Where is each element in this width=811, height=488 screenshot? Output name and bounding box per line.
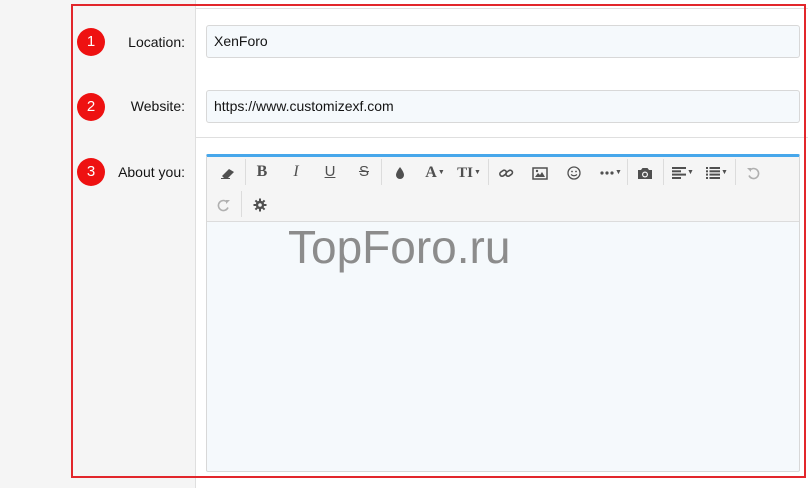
divider bbox=[195, 8, 808, 9]
toolbar-separator bbox=[735, 159, 736, 185]
step-badge-3: 3 bbox=[77, 158, 105, 186]
font-family-glyph: A bbox=[425, 164, 437, 181]
editor-toolbar: B I U S A▼ TI▼ ▼ ▼ ▼ bbox=[207, 157, 799, 222]
about-label: About you: bbox=[118, 164, 185, 180]
chevron-down-icon: ▼ bbox=[473, 169, 481, 177]
chevron-down-icon: ▼ bbox=[615, 169, 622, 177]
eraser-icon[interactable] bbox=[215, 160, 241, 184]
website-input[interactable]: https://www.customizexf.com bbox=[206, 90, 800, 123]
image-icon[interactable] bbox=[527, 160, 553, 184]
label-column bbox=[71, 0, 196, 488]
text-color-icon[interactable] bbox=[387, 160, 413, 184]
location-label: Location: bbox=[128, 34, 185, 50]
font-size-glyph: TI bbox=[457, 165, 473, 181]
more-icon[interactable]: ▼ bbox=[595, 160, 627, 184]
watermark-text: TopForo.ru bbox=[288, 221, 511, 273]
redo-icon[interactable] bbox=[211, 192, 237, 216]
rich-text-editor[interactable]: B I U S A▼ TI▼ ▼ ▼ ▼ bbox=[206, 154, 800, 472]
link-icon[interactable] bbox=[493, 160, 519, 184]
underline-icon[interactable]: U bbox=[317, 160, 343, 184]
italic-icon[interactable]: I bbox=[283, 160, 309, 184]
chevron-down-icon: ▼ bbox=[437, 169, 445, 177]
bold-icon[interactable]: B bbox=[249, 160, 275, 184]
chevron-down-icon: ▼ bbox=[721, 169, 728, 177]
strikethrough-icon[interactable]: S bbox=[351, 160, 377, 184]
camera-icon[interactable] bbox=[632, 160, 658, 184]
toolbar-separator bbox=[381, 159, 382, 185]
location-input[interactable]: XenForo bbox=[206, 25, 800, 58]
smilie-icon[interactable] bbox=[561, 160, 587, 184]
toolbar-separator bbox=[627, 159, 628, 185]
toolbar-separator bbox=[663, 159, 664, 185]
toolbar-separator bbox=[245, 159, 246, 185]
font-size-icon[interactable]: TI▼ bbox=[453, 160, 485, 184]
toolbar-separator bbox=[488, 159, 489, 185]
align-icon[interactable]: ▼ bbox=[667, 160, 699, 184]
settings-icon[interactable] bbox=[247, 192, 273, 216]
toolbar-separator bbox=[241, 191, 242, 217]
divider bbox=[195, 137, 808, 138]
chevron-down-icon: ▼ bbox=[687, 169, 694, 177]
step-badge-1: 1 bbox=[77, 28, 105, 56]
font-family-icon[interactable]: A▼ bbox=[419, 160, 451, 184]
list-icon[interactable]: ▼ bbox=[701, 160, 733, 184]
undo-icon[interactable] bbox=[740, 160, 766, 184]
website-label: Website: bbox=[130, 98, 185, 114]
step-badge-2: 2 bbox=[77, 93, 105, 121]
